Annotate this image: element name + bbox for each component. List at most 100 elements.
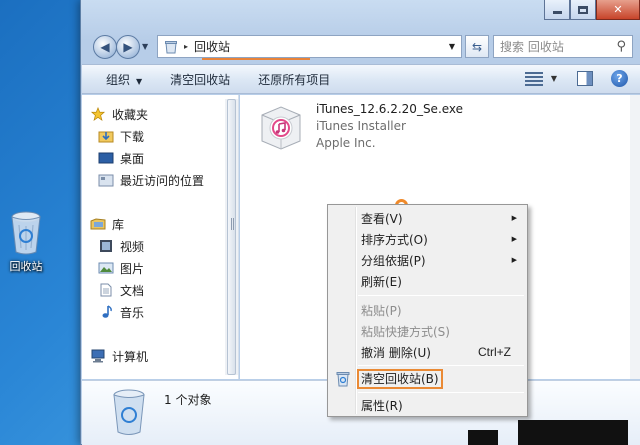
refresh-button[interactable]: ⇆ bbox=[465, 35, 489, 58]
menu-item-view[interactable]: 查看(V) ▶ bbox=[330, 208, 525, 228]
menu-label-sort: 排序方式(O) bbox=[361, 232, 428, 247]
forward-button[interactable]: ▶ bbox=[116, 35, 140, 59]
menu-separator bbox=[358, 365, 524, 366]
refresh-icon: ⇆ bbox=[471, 39, 483, 54]
menu-item-group[interactable]: 分组依据(P) ▶ bbox=[330, 250, 525, 270]
recent-places-icon bbox=[98, 174, 114, 187]
scrollbar-thumb[interactable] bbox=[227, 99, 236, 375]
preview-pane-icon[interactable] bbox=[577, 71, 593, 86]
menu-label-group: 分组依据(P) bbox=[361, 253, 426, 268]
restore-all-button[interactable]: 还原所有项目 bbox=[258, 71, 330, 88]
maximize-icon bbox=[578, 5, 588, 14]
minimize-button[interactable] bbox=[544, 0, 570, 20]
menu-item-empty-recycle-bin[interactable]: 清空回收站(B) bbox=[330, 369, 525, 389]
nav-item-recent-places[interactable]: 最近访问的位置 bbox=[98, 171, 204, 189]
submenu-arrow-icon: ▶ bbox=[511, 235, 517, 243]
menu-label-paste-shortcut: 粘贴快捷方式(S) bbox=[361, 324, 450, 339]
window-controls: ✕ bbox=[544, 0, 640, 20]
menu-item-undo-delete[interactable]: 撤消 删除(U) Ctrl+Z bbox=[330, 342, 525, 362]
empty-recycle-bin-button[interactable]: 清空回收站 bbox=[170, 71, 230, 88]
organize-menu[interactable]: 组织 ▼ bbox=[106, 71, 142, 88]
close-button[interactable]: ✕ bbox=[596, 0, 640, 20]
breadcrumb-recycle-bin[interactable]: 回收站 bbox=[194, 38, 230, 55]
nav-item-downloads[interactable]: 下载 bbox=[98, 127, 144, 145]
arrow-right-icon: ▶ bbox=[123, 40, 133, 54]
menu-item-properties[interactable]: 属性(R) bbox=[330, 395, 525, 415]
nav-label-computer: 计算机 bbox=[112, 349, 149, 364]
menu-accelerator-undo: Ctrl+Z bbox=[478, 345, 511, 359]
file-item-itunes-installer[interactable]: iTunes_12.6.2.20_Se.exe iTunes Installer… bbox=[258, 101, 463, 152]
command-bar: 组织 ▼ 清空回收站 还原所有项目 ▼ ? bbox=[82, 64, 640, 94]
menu-item-paste: 粘贴(P) bbox=[330, 300, 525, 320]
recycle-bin-small-icon bbox=[165, 40, 177, 53]
help-icon[interactable]: ? bbox=[611, 70, 628, 87]
view-dropdown-icon[interactable]: ▼ bbox=[551, 74, 557, 83]
navigation-row: ◀ ▶ ▼ ▸ 回收站 ▼ ⇆ 搜索 回收站 ⚲ bbox=[89, 32, 633, 60]
installer-package-icon bbox=[258, 101, 304, 151]
video-icon bbox=[100, 240, 112, 252]
recycle-bin-menu-icon bbox=[336, 372, 350, 387]
nav-label-videos: 视频 bbox=[120, 239, 145, 254]
nav-item-documents[interactable]: 文档 bbox=[98, 281, 144, 299]
minimize-icon bbox=[552, 11, 562, 14]
menu-label-undo-delete: 撤消 删除(U) bbox=[361, 345, 431, 360]
dark-overlay-mark bbox=[518, 420, 628, 445]
nav-label-pictures: 图片 bbox=[120, 261, 145, 276]
nav-label-music: 音乐 bbox=[120, 305, 145, 320]
menu-separator bbox=[358, 392, 524, 393]
breadcrumb-arrow[interactable]: ▸ bbox=[184, 42, 188, 51]
address-underline-annotation bbox=[202, 58, 310, 60]
desktop-recycle-bin-label: 回收站 bbox=[9, 260, 43, 273]
organize-label: 组织 bbox=[106, 72, 131, 87]
file-name: iTunes_12.6.2.20_Se.exe bbox=[316, 102, 464, 116]
nav-item-desktop[interactable]: 桌面 bbox=[98, 149, 144, 167]
scrollbar-grip-icon bbox=[231, 218, 234, 230]
menu-label-properties: 属性(R) bbox=[361, 398, 403, 413]
navigation-pane: 收藏夹 下载 桌面 最近访问的位置 库 视频 图片 文档 音乐 计算机 bbox=[82, 95, 239, 379]
back-button[interactable]: ◀ bbox=[93, 35, 117, 59]
libraries-icon bbox=[90, 218, 106, 230]
nav-label-downloads: 下载 bbox=[120, 129, 145, 144]
address-bar[interactable]: ▸ 回收站 ▼ bbox=[157, 35, 462, 60]
chevron-down-icon: ▼ bbox=[136, 76, 143, 86]
address-dropdown-icon[interactable]: ▼ bbox=[449, 42, 455, 51]
menu-item-sort[interactable]: 排序方式(O) ▶ bbox=[330, 229, 525, 249]
submenu-arrow-icon: ▶ bbox=[511, 214, 517, 222]
recent-pages-dropdown[interactable]: ▼ bbox=[142, 42, 148, 51]
recycle-bin-icon bbox=[9, 210, 43, 256]
context-menu: 查看(V) ▶ 排序方式(O) ▶ 分组依据(P) ▶ 刷新(E) 粘贴(P) … bbox=[327, 204, 528, 417]
menu-item-refresh[interactable]: 刷新(E) bbox=[330, 271, 525, 291]
content-scrollbar[interactable] bbox=[630, 95, 640, 379]
desktop-recycle-bin[interactable]: 回收站 bbox=[2, 210, 50, 274]
nav-item-music[interactable]: 音乐 bbox=[98, 303, 144, 321]
documents-icon bbox=[100, 283, 112, 297]
nav-label-favorites: 收藏夹 bbox=[112, 107, 149, 122]
downloads-folder-icon bbox=[98, 131, 114, 143]
nav-item-videos[interactable]: 视频 bbox=[98, 237, 144, 255]
dark-overlay-mark bbox=[468, 430, 498, 445]
search-placeholder: 搜索 回收站 bbox=[500, 40, 564, 54]
nav-item-favorites[interactable]: 收藏夹 bbox=[90, 105, 148, 123]
search-icon: ⚲ bbox=[616, 39, 626, 54]
menu-label-refresh: 刷新(E) bbox=[361, 274, 402, 289]
nav-item-libraries[interactable]: 库 bbox=[90, 215, 124, 233]
menu-label-empty-recycle-bin: 清空回收站(B) bbox=[357, 369, 443, 389]
pictures-icon bbox=[98, 262, 114, 274]
view-options-icon[interactable] bbox=[524, 71, 543, 86]
menu-label-paste: 粘贴(P) bbox=[361, 303, 402, 318]
maximize-button[interactable] bbox=[570, 0, 596, 20]
search-input[interactable]: 搜索 回收站 ⚲ bbox=[493, 35, 633, 58]
music-note-icon bbox=[102, 305, 112, 318]
star-icon bbox=[90, 107, 106, 121]
item-count: 1 个对象 bbox=[164, 393, 212, 407]
nav-item-pictures[interactable]: 图片 bbox=[98, 259, 144, 277]
navigation-pane-scrollbar[interactable] bbox=[225, 99, 238, 375]
nav-item-computer[interactable]: 计算机 bbox=[90, 347, 148, 365]
nav-label-desktop: 桌面 bbox=[120, 151, 145, 166]
arrow-left-icon: ◀ bbox=[100, 40, 110, 54]
submenu-arrow-icon: ▶ bbox=[511, 256, 517, 264]
menu-item-paste-shortcut: 粘贴快捷方式(S) bbox=[330, 321, 525, 341]
file-description: iTunes Installer bbox=[316, 119, 406, 133]
menu-separator bbox=[358, 295, 524, 296]
recycle-bin-large-icon bbox=[110, 387, 148, 437]
